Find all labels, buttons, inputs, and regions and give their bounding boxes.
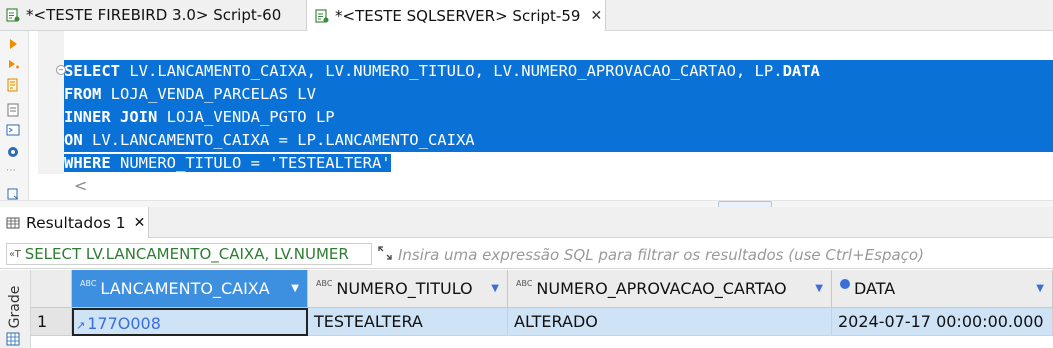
editor-toolbar: ⋯: [0, 31, 29, 204]
sql-line: ON LV.LANCAMENTO_CAIXA = LP.LANCAMENTO_C…: [64, 129, 1053, 152]
fold-marker-icon[interactable]: −: [56, 65, 66, 75]
column-name: DATA: [854, 279, 896, 298]
console-icon[interactable]: [6, 123, 20, 137]
clock-icon: [840, 278, 850, 289]
execute-script-icon[interactable]: [6, 58, 20, 72]
string-type-icon: ABC: [516, 279, 533, 288]
column-header-lancamento-caixa[interactable]: ABC LANCAMENTO_CAIXA ▼: [72, 270, 308, 308]
commit-icon[interactable]: [6, 103, 20, 117]
execute-icon[interactable]: [6, 37, 20, 51]
scroll-left-icon[interactable]: <: [74, 176, 87, 195]
more-icon[interactable]: ⋯: [6, 166, 20, 180]
sql-text: LV.LANCAMENTO_CAIXA, LV.NUMERO_TITULO, L…: [120, 62, 783, 80]
sql-line: SELECT LV.LANCAMENTO_CAIXA, LV.NUMERO_TI…: [64, 60, 1053, 83]
sort-arrow-icon[interactable]: ▼: [491, 283, 499, 294]
table-cell[interactable]: 2024-07-17 00:00:00.000: [832, 308, 1053, 336]
column-name: LANCAMENTO_CAIXA: [100, 279, 270, 298]
grid-icon[interactable]: [6, 332, 20, 346]
table-cell[interactable]: ALTERADO: [508, 308, 832, 336]
tab-results-1[interactable]: Resultados 1 ✕: [0, 207, 149, 238]
scrolled-code-line: [64, 17, 1053, 37]
script-file-icon: [6, 8, 20, 22]
export-icon[interactable]: [6, 187, 20, 201]
string-type-icon: ABC: [316, 279, 333, 288]
link-icon: ↗: [76, 319, 86, 332]
results-filter-bar: «T SELECT LV.LANCAMENTO_CAIXA, LV.NUMER: [0, 240, 1053, 269]
sql-line: WHERE NUMERO_TITULO = 'TESTEALTERA': [64, 152, 1053, 175]
sql-text: LV.LANCAMENTO_CAIXA = LP.LANCAMENTO_CAIX…: [82, 131, 475, 149]
column-name: NUMERO_TITULO: [336, 279, 473, 298]
results-tab-bar: Resultados 1 ✕: [0, 207, 1053, 238]
sql-text: LOJA_VENDA_PARCELAS LV: [101, 85, 316, 103]
query-text-box[interactable]: «T SELECT LV.LANCAMENTO_CAIXA, LV.NUMER: [6, 243, 372, 265]
query-text: SELECT LV.LANCAMENTO_CAIXA, LV.NUMER: [24, 245, 349, 263]
sort-arrow-icon[interactable]: ▼: [815, 283, 823, 294]
grid-mode-label: Grade: [7, 285, 23, 329]
row-number[interactable]: 1: [31, 308, 72, 336]
table-icon: [6, 217, 20, 228]
editor-horizontal-scrollbar[interactable]: <: [64, 176, 1053, 196]
table-cell[interactable]: ↗ 177O008: [72, 308, 308, 336]
sort-arrow-icon[interactable]: ▼: [1036, 283, 1044, 294]
settings-icon[interactable]: [6, 145, 20, 159]
sql-line: FROM LOJA_VENDA_PARCELAS LV: [64, 83, 1053, 106]
string-type-icon: ABC: [80, 279, 97, 288]
column-header-numero-aprovacao-cartao[interactable]: ABC NUMERO_APROVACAO_CARTAO ▼: [508, 270, 832, 308]
explain-icon[interactable]: [6, 78, 20, 92]
table-cell[interactable]: TESTEALTERA: [308, 308, 508, 336]
sql-line: INNER JOIN LOJA_VENDA_PGTO LP: [64, 106, 1053, 129]
sql-keyword: WHERE: [64, 154, 111, 172]
sql-keyword: DATA: [782, 62, 820, 80]
sql-keyword: INNER JOIN: [64, 108, 158, 126]
column-header-data[interactable]: DATA ▼: [832, 270, 1053, 308]
column-header-numero-titulo[interactable]: ABC NUMERO_TITULO ▼: [308, 270, 508, 308]
sql-keyword: ON: [64, 131, 83, 149]
sql-keyword: FROM: [64, 85, 102, 103]
row-header-corner[interactable]: [31, 270, 72, 308]
close-icon[interactable]: ✕: [134, 215, 146, 231]
filter-expression-input[interactable]: [398, 244, 1048, 266]
panel-splitter[interactable]: [0, 200, 1053, 208]
sql-text: NUMERO_TITULO = 'TESTEALTERA': [110, 154, 391, 172]
column-name: NUMERO_APROVACAO_CARTAO: [536, 279, 787, 298]
text-icon: «T: [9, 248, 21, 260]
sort-arrow-icon[interactable]: ▼: [291, 283, 299, 294]
sql-keyword: SELECT: [64, 62, 120, 80]
expand-icon[interactable]: [377, 245, 393, 261]
sql-text: LOJA_VENDA_PGTO LP: [157, 108, 335, 126]
cell-value: 177O008: [87, 314, 161, 333]
tab-label: Resultados 1: [26, 213, 126, 232]
grid-mode-toggle[interactable]: Grade: [2, 282, 28, 332]
line-number-ruler: [38, 31, 64, 174]
